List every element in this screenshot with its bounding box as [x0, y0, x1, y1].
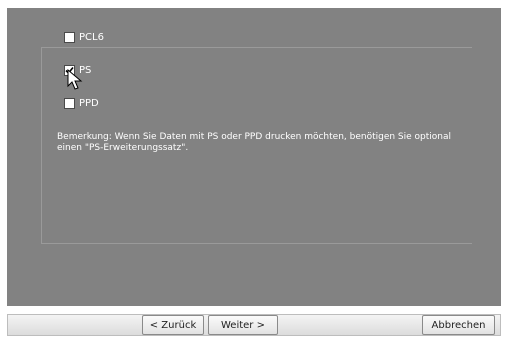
options-panel [7, 8, 501, 306]
option-ppd[interactable]: PPD [64, 98, 99, 109]
wizard-dialog: PCL6 PS PPD Bemerkung: Wenn Sie Daten mi… [0, 0, 505, 344]
next-button[interactable]: Weiter > [208, 315, 278, 335]
cancel-button[interactable]: Abbrechen [422, 315, 495, 335]
mouse-pointer-icon [67, 69, 83, 90]
note-text: Bemerkung: Wenn Sie Daten mit PS oder PP… [57, 132, 452, 153]
group-divider-top [41, 47, 472, 48]
pcl6-checkbox[interactable] [64, 32, 75, 43]
pcl6-label: PCL6 [79, 32, 104, 43]
option-pcl6[interactable]: PCL6 [64, 32, 104, 43]
ppd-checkbox[interactable] [64, 98, 75, 109]
ppd-label: PPD [79, 98, 99, 109]
back-button[interactable]: < Zurück [142, 315, 204, 335]
group-divider-left [41, 47, 42, 243]
group-divider-bottom [41, 243, 472, 244]
